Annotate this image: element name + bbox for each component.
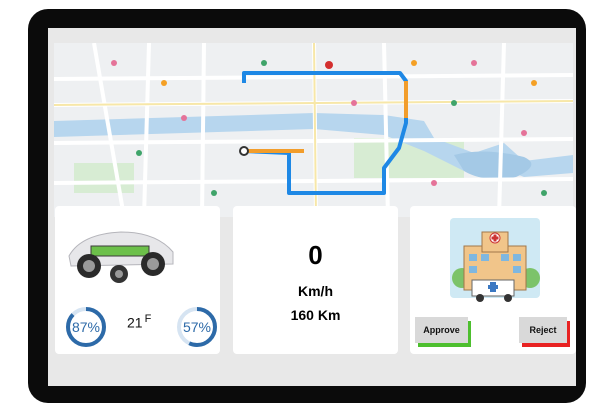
speed-card: 0 Km/h 160 Km	[233, 206, 398, 354]
temperature-readout: 21 F	[127, 313, 151, 331]
hospital-card: Approve Reject	[410, 206, 576, 354]
approve-button[interactable]: Approve	[415, 317, 468, 343]
temperature-value: 21	[127, 314, 143, 331]
reject-button[interactable]: Reject	[519, 317, 567, 343]
charge-gauge: 57%	[176, 306, 218, 348]
speed-value: 0	[308, 240, 323, 270]
temperature-unit: F	[144, 313, 152, 325]
distance-value: 160 Km	[290, 307, 341, 323]
dashboard-screen: 87% 21 F 57% 0 Km/h 160 Km Approve Rejec…	[48, 28, 576, 386]
map-canvas	[54, 43, 573, 217]
speed-unit: Km/h	[298, 283, 333, 299]
battery-percent: 87%	[71, 319, 101, 335]
electric-car-image	[68, 231, 174, 283]
charge-percent: 57%	[182, 319, 212, 335]
hospital-image	[450, 218, 540, 302]
battery-gauge: 87%	[65, 306, 107, 348]
vehicle-status-card: 87% 21 F 57%	[55, 206, 220, 354]
route-map[interactable]	[54, 43, 573, 217]
